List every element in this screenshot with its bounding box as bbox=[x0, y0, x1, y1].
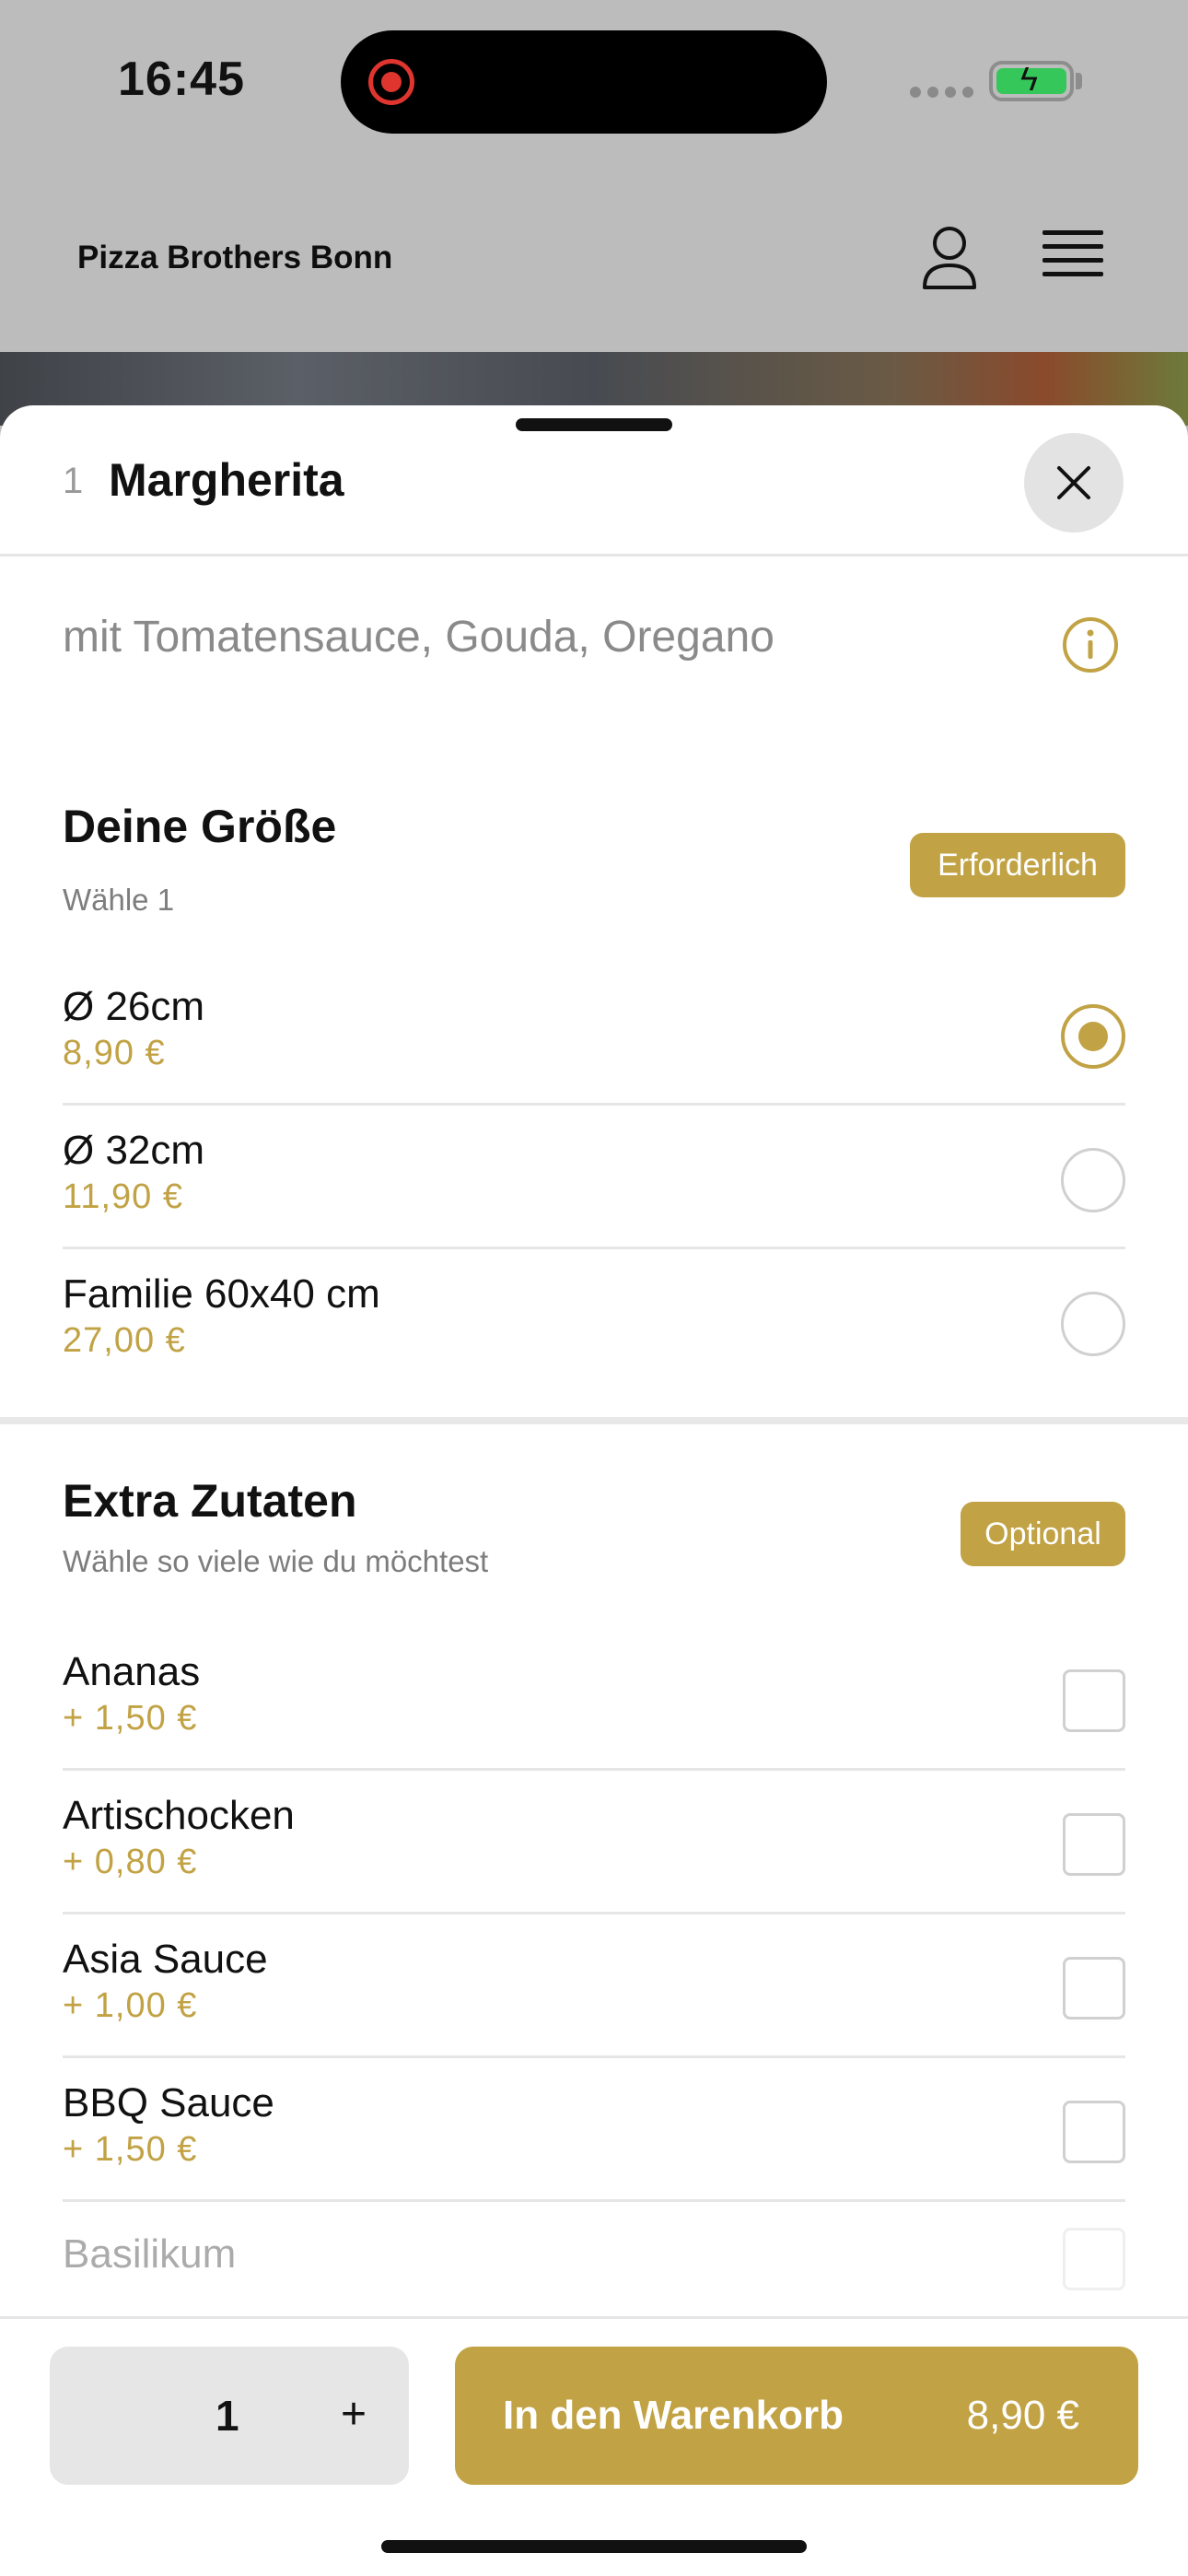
option-price: 11,90 € bbox=[63, 1177, 183, 1216]
checkbox[interactable] bbox=[1063, 2101, 1125, 2163]
cellular-signal-icon bbox=[910, 86, 980, 102]
size-section-title: Deine Größe bbox=[63, 801, 337, 852]
size-option-32cm[interactable]: Ø 32cm 11,90 € bbox=[63, 1106, 1125, 1249]
option-price: + 1,50 € bbox=[63, 2130, 198, 2169]
item-description: mit Tomatensauce, Gouda, Oregano bbox=[63, 613, 775, 662]
option-name: Asia Sauce bbox=[63, 1937, 268, 1982]
info-icon[interactable] bbox=[1061, 615, 1120, 674]
option-price: + 1,00 € bbox=[63, 1986, 198, 2025]
sheet-header: 1 Margherita bbox=[0, 405, 1188, 556]
size-option-26cm[interactable]: Ø 26cm 8,90 € bbox=[63, 962, 1125, 1106]
extras-section-subtitle: Wähle so viele wie du möchtest bbox=[63, 1544, 489, 1578]
close-icon bbox=[1057, 466, 1090, 499]
section-divider bbox=[0, 1417, 1188, 1424]
option-name: Ø 26cm bbox=[63, 984, 205, 1029]
quantity-stepper: 1 + bbox=[50, 2347, 409, 2485]
home-indicator bbox=[381, 2540, 807, 2553]
extra-option-artischocken[interactable]: Artischocken + 0,80 € bbox=[63, 1771, 1125, 1914]
status-time: 16:45 bbox=[118, 53, 245, 106]
option-name: Basilikum bbox=[63, 2231, 237, 2277]
battery-tip bbox=[1076, 73, 1082, 89]
add-to-cart-price: 8,90 € bbox=[966, 2393, 1079, 2438]
extras-section-title: Extra Zutaten bbox=[63, 1475, 357, 1527]
option-name: Artischocken bbox=[63, 1793, 295, 1838]
option-name: Ananas bbox=[63, 1649, 201, 1694]
product-sheet: 1 Margherita mit Tomatensauce, Gouda, Or… bbox=[0, 405, 1188, 2576]
required-badge: Erforderlich bbox=[910, 833, 1125, 897]
add-to-cart-button[interactable]: In den Warenkorb 8,90 € bbox=[455, 2347, 1138, 2485]
app-header: Pizza Brothers Bonn bbox=[0, 166, 1188, 352]
option-name: Familie 60x40 cm bbox=[63, 1271, 380, 1317]
option-price: + 1,50 € bbox=[63, 1699, 198, 1738]
size-section-subtitle: Wähle 1 bbox=[63, 883, 175, 917]
size-option-familie[interactable]: Familie 60x40 cm 27,00 € bbox=[63, 1249, 1125, 1393]
option-name: Ø 32cm bbox=[63, 1128, 205, 1173]
extra-option-ananas[interactable]: Ananas + 1,50 € bbox=[63, 1627, 1125, 1771]
radio-unselected[interactable] bbox=[1061, 1292, 1125, 1356]
quantity-value: 1 bbox=[215, 2392, 239, 2440]
recording-icon bbox=[368, 59, 414, 105]
order-footer: 1 + In den Warenkorb 8,90 € bbox=[0, 2316, 1188, 2576]
extra-option-asia-sauce[interactable]: Asia Sauce + 1,00 € bbox=[63, 1914, 1125, 2058]
item-title: Margherita bbox=[109, 454, 344, 506]
hamburger-menu-icon[interactable] bbox=[1042, 230, 1103, 284]
status-bar: 16:45 ϟ bbox=[0, 0, 1188, 166]
checkbox[interactable] bbox=[1063, 2228, 1125, 2290]
checkbox[interactable] bbox=[1063, 1669, 1125, 1732]
charging-bolt-icon: ϟ bbox=[1020, 60, 1039, 98]
option-price: 27,00 € bbox=[63, 1321, 186, 1360]
user-account-icon[interactable] bbox=[919, 225, 980, 291]
extra-option-bbq-sauce[interactable]: BBQ Sauce + 1,50 € bbox=[63, 2058, 1125, 2202]
option-name: BBQ Sauce bbox=[63, 2080, 274, 2125]
radio-unselected[interactable] bbox=[1061, 1148, 1125, 1212]
dynamic-island bbox=[341, 30, 827, 134]
checkbox[interactable] bbox=[1063, 1957, 1125, 2020]
close-button[interactable] bbox=[1024, 433, 1124, 533]
quantity-plus-button[interactable]: + bbox=[326, 2387, 381, 2442]
add-to-cart-label: In den Warenkorb bbox=[503, 2393, 844, 2438]
brand-name[interactable]: Pizza Brothers Bonn bbox=[77, 240, 392, 276]
option-price: 8,90 € bbox=[63, 1034, 166, 1072]
optional-badge: Optional bbox=[961, 1502, 1125, 1566]
checkbox[interactable] bbox=[1063, 1813, 1125, 1876]
battery-icon: ϟ bbox=[989, 61, 1074, 101]
item-number: 1 bbox=[63, 461, 84, 501]
radio-selected[interactable] bbox=[1061, 1004, 1125, 1069]
option-price: + 0,80 € bbox=[63, 1843, 198, 1881]
